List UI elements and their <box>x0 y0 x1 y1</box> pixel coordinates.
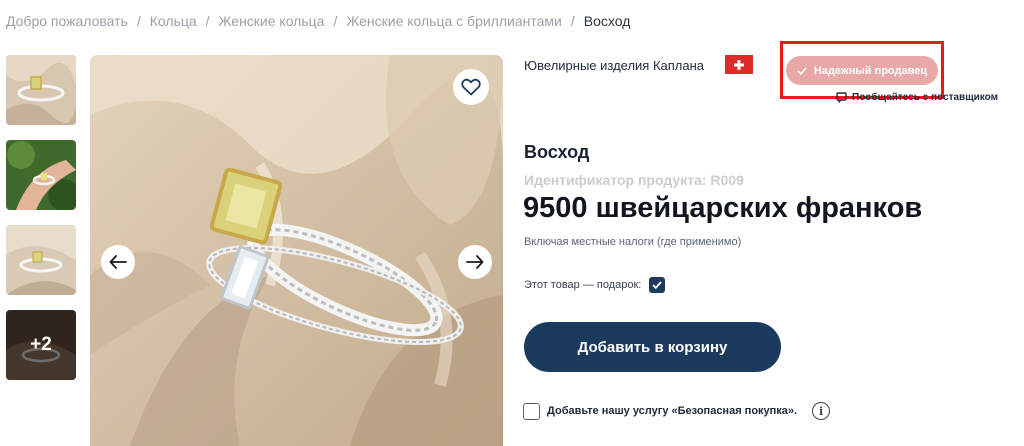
safe-purchase-checkbox[interactable] <box>523 402 540 420</box>
thumbnail-1[interactable] <box>6 55 76 125</box>
product-title: Восход <box>524 142 590 162</box>
main-product-image <box>90 55 503 446</box>
breadcrumb-separator: / <box>333 13 338 29</box>
breadcrumb-item-diamond-rings[interactable]: Женские кольца с бриллиантами <box>346 13 562 29</box>
product-price: 9500 швейцарских франков <box>523 192 923 224</box>
trusted-seller-label: Надежный продавец <box>813 64 928 77</box>
favorite-button[interactable] <box>453 69 489 105</box>
seller-name[interactable]: Ювелирные изделия Каплана <box>524 58 704 73</box>
thumbnail-more[interactable]: +2 <box>6 310 76 380</box>
ring-photo <box>90 55 503 446</box>
safe-purchase-option: Добавьте нашу услугу «Безопасная покупка… <box>523 402 831 420</box>
breadcrumb-current: Восход <box>583 13 631 29</box>
breadcrumb-item-rings[interactable]: Кольца <box>150 13 197 29</box>
breadcrumb: Добро пожаловать / Кольца / Женские кольца / Ж… <box>6 13 630 29</box>
gift-label: Этот товар — подарок: <box>524 279 642 291</box>
checkmark-icon <box>652 281 663 289</box>
trusted-seller-badge: Надежный продавец <box>786 56 938 85</box>
thumbnail-3[interactable] <box>6 225 76 295</box>
thumbnail-2[interactable] <box>6 140 76 210</box>
breadcrumb-item-welcome[interactable]: Добро пожаловать <box>6 13 128 29</box>
gift-option: Этот товар — подарок: <box>524 277 666 293</box>
product-id: Идентификатор продукта: R009 <box>524 172 744 188</box>
info-icon[interactable]: i <box>812 402 831 420</box>
gift-checkbox[interactable] <box>649 277 666 293</box>
breadcrumb-separator: / <box>570 13 575 29</box>
safe-purchase-label: Добавьте нашу услугу «Безопасная покупка… <box>547 405 798 417</box>
breadcrumb-separator: / <box>136 13 141 29</box>
tax-note: Включая местные налоги (где применимо) <box>524 236 742 248</box>
swiss-flag-icon <box>725 55 753 74</box>
arrow-left-icon <box>109 255 127 269</box>
chat-icon <box>836 92 847 103</box>
heart-icon <box>461 78 481 96</box>
breadcrumb-separator: / <box>205 13 210 29</box>
previous-image-button[interactable] <box>101 245 135 279</box>
next-image-button[interactable] <box>458 245 492 279</box>
checkmark-icon <box>797 66 807 75</box>
add-to-cart-button[interactable]: Добавить в корзину <box>524 322 781 372</box>
contact-supplier-link[interactable]: Пообщайтесь с поставщиком <box>836 92 998 103</box>
breadcrumb-item-womens-rings[interactable]: Женские кольца <box>219 13 325 29</box>
arrow-right-icon <box>466 255 484 269</box>
contact-supplier-label: Пообщайтесь с поставщиком <box>852 92 999 103</box>
more-images-count: +2 <box>30 334 52 355</box>
